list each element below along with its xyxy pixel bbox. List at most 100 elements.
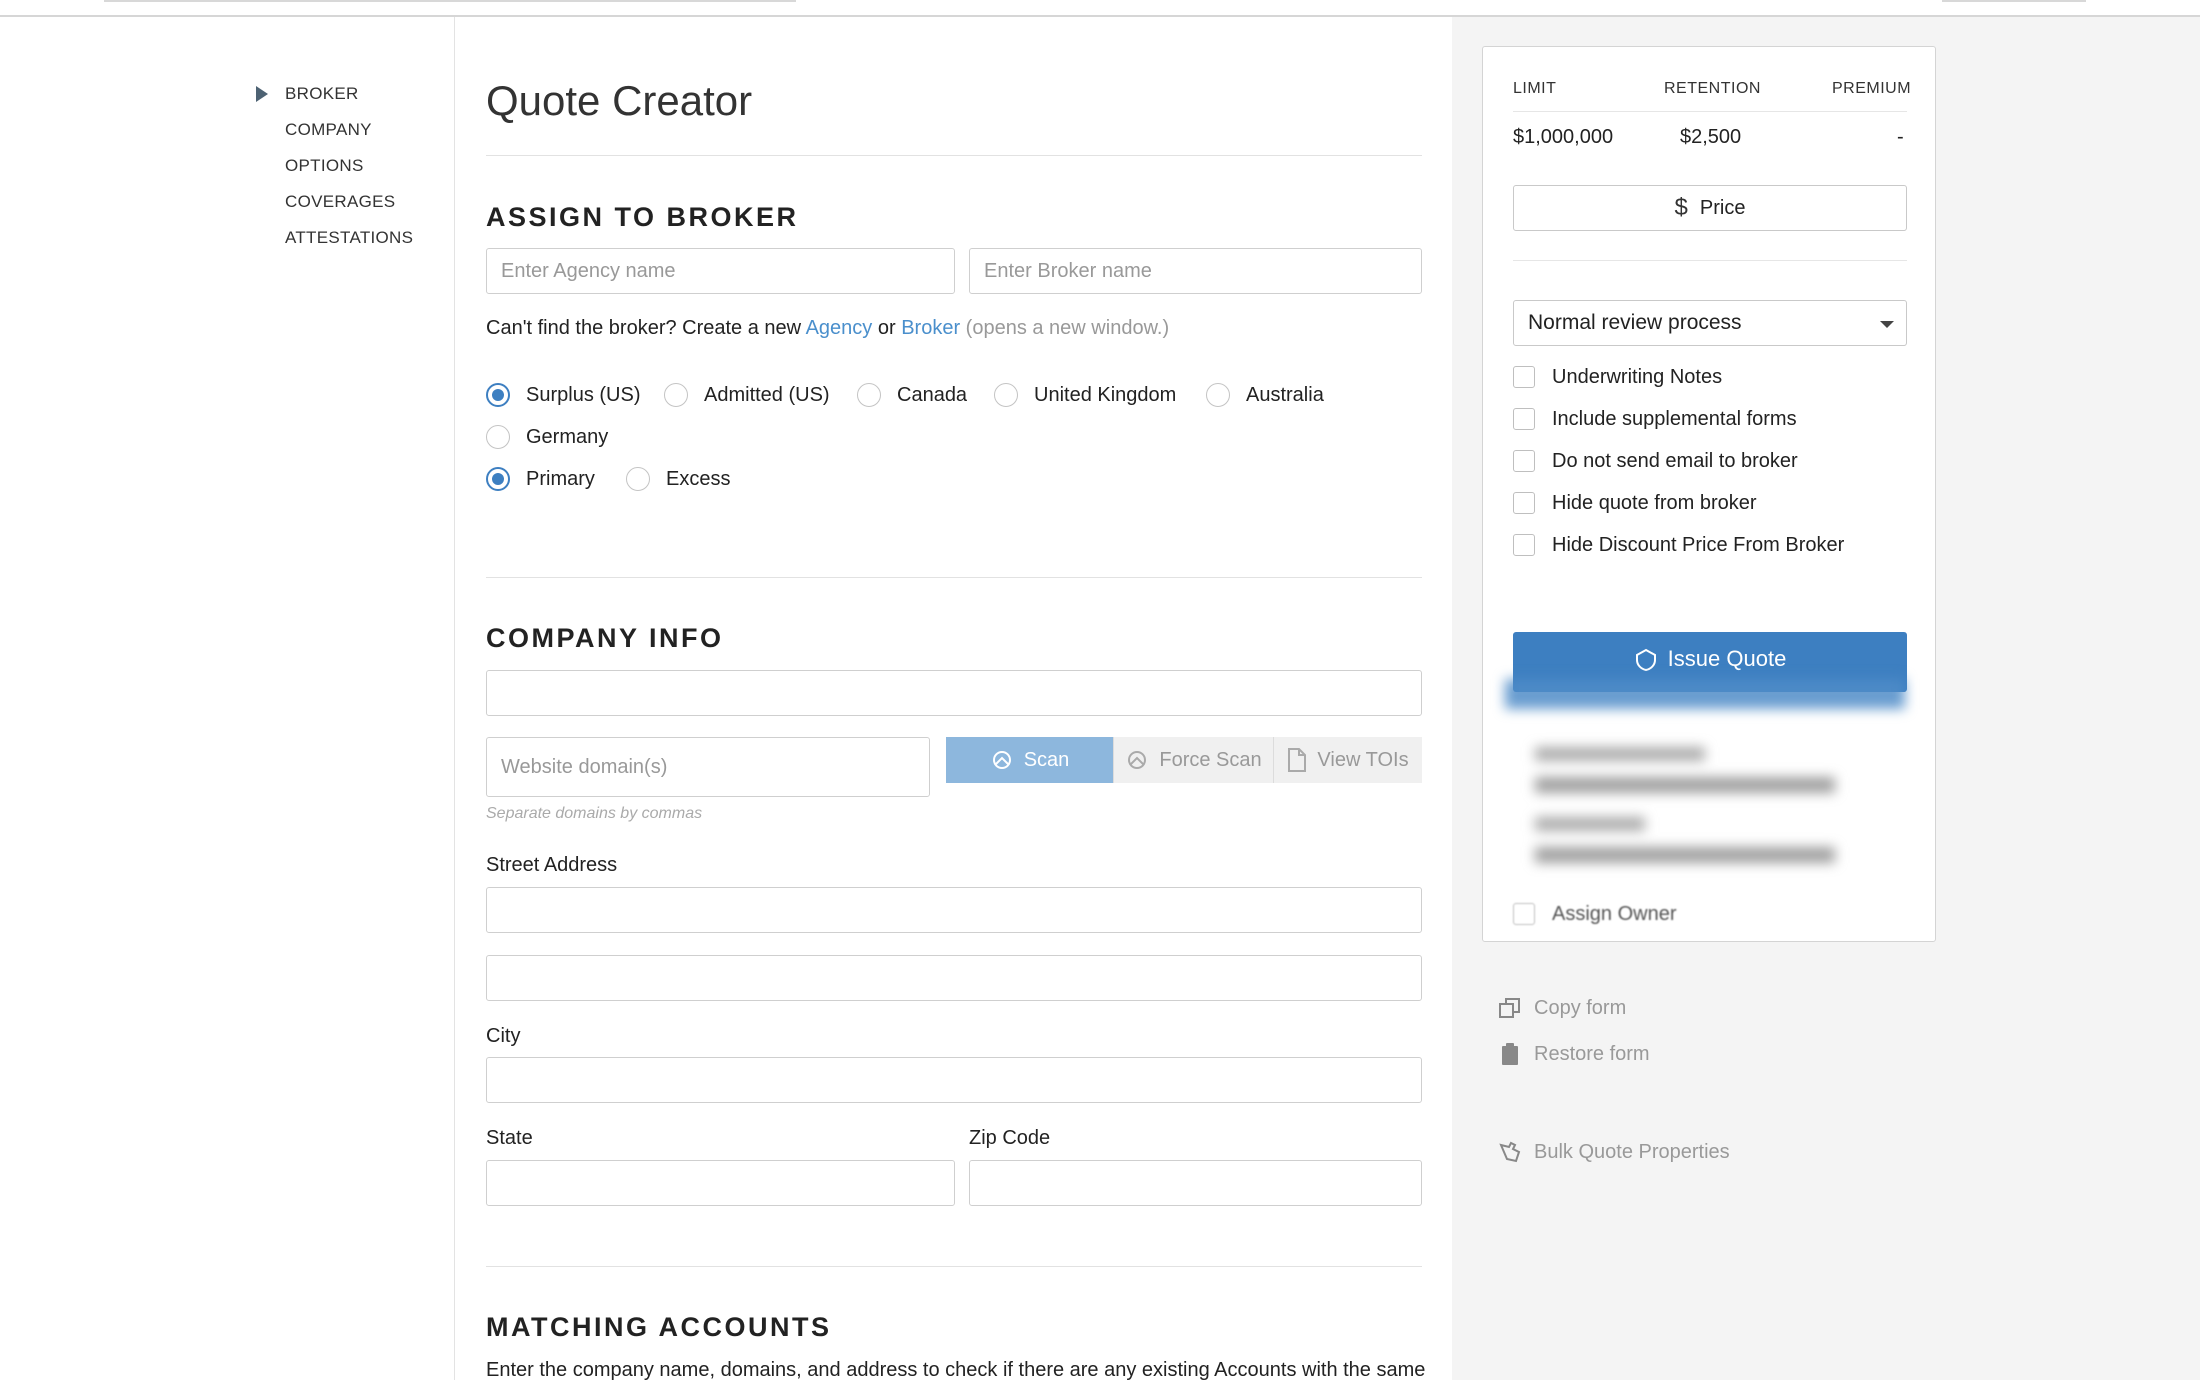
review-process-value: Normal review process xyxy=(1528,311,1742,334)
broker-help-text: Can't find the broker? Create a new Agen… xyxy=(486,317,1169,340)
checkbox-hide-quote[interactable]: Hide quote from broker xyxy=(1513,488,1757,518)
redacted-region xyxy=(1495,667,1925,932)
nav-item-label: COVERAGES xyxy=(285,192,396,211)
divider xyxy=(1513,111,1907,112)
scan-button[interactable]: Scan xyxy=(946,737,1114,783)
nav-item-label: ATTESTATIONS xyxy=(285,228,414,247)
force-scan-button[interactable]: Force Scan xyxy=(1114,737,1274,783)
radio-label: Admitted (US) xyxy=(704,383,830,406)
checkbox-icon xyxy=(1513,408,1535,430)
nav-item-options[interactable]: OPTIONS xyxy=(250,152,450,188)
radio-label: Primary xyxy=(526,467,595,490)
view-tois-button[interactable]: View TOIs xyxy=(1274,737,1422,783)
nav-item-label: OPTIONS xyxy=(285,156,364,175)
radio-unchecked-icon xyxy=(664,383,688,407)
radio-label: United Kingdom xyxy=(1034,383,1177,406)
view-tois-label: View TOIs xyxy=(1317,748,1409,771)
zip-code-input[interactable] xyxy=(969,1160,1422,1206)
radio-admitted-us[interactable]: Admitted (US) xyxy=(664,380,830,410)
nav-item-attestations[interactable]: ATTESTATIONS xyxy=(250,224,450,260)
divider xyxy=(486,577,1422,578)
divider xyxy=(1513,260,1907,261)
redacted-block xyxy=(1535,777,1835,793)
checkbox-include-supplemental-forms[interactable]: Include supplemental forms xyxy=(1513,404,1797,434)
website-domain-input[interactable] xyxy=(486,737,930,797)
premium-value: - xyxy=(1897,126,1904,148)
bulk-quote-properties-link[interactable]: Bulk Quote Properties xyxy=(1498,1137,1730,1167)
divider xyxy=(486,1266,1422,1267)
street-address-input-1[interactable] xyxy=(486,887,1422,933)
price-label: Price xyxy=(1699,196,1746,219)
radio-checked-icon xyxy=(486,467,510,491)
radio-label: Canada xyxy=(897,383,968,406)
radio-unchecked-icon xyxy=(1206,383,1230,407)
radio-surplus-us[interactable]: Surplus (US) xyxy=(486,380,640,410)
help-prefix: Can't find the broker? Create a new xyxy=(486,317,802,339)
help-suffix: (opens a new window.) xyxy=(965,317,1170,339)
copy-icon xyxy=(1499,998,1520,1018)
city-input[interactable] xyxy=(486,1057,1422,1103)
create-broker-link[interactable]: Broker xyxy=(901,317,960,339)
redacted-block xyxy=(1505,679,1905,709)
domains-hint: Separate domains by commas xyxy=(486,805,703,822)
nav-item-label: BROKER xyxy=(285,84,359,103)
retention-header: RETENTION xyxy=(1664,80,1761,97)
radio-label: Excess xyxy=(666,467,731,490)
nav-item-company[interactable]: COMPANY xyxy=(250,116,450,152)
section-title-broker: ASSIGN TO BROKER xyxy=(486,202,799,232)
zip-code-label: Zip Code xyxy=(969,1127,1051,1149)
radio-unchecked-icon xyxy=(857,383,881,407)
review-process-select[interactable]: Normal review process xyxy=(1513,300,1907,346)
copy-form-link[interactable]: Copy form xyxy=(1498,993,1626,1023)
clipboard-icon xyxy=(1502,1043,1518,1065)
force-scan-icon xyxy=(1128,751,1147,769)
broker-name-input[interactable] xyxy=(969,248,1422,294)
company-name-input[interactable] xyxy=(486,670,1422,716)
street-address-input-2[interactable] xyxy=(486,955,1422,1001)
radio-unchecked-icon xyxy=(994,383,1018,407)
state-input[interactable] xyxy=(486,1160,955,1206)
radio-united-kingdom[interactable]: United Kingdom xyxy=(994,380,1176,410)
restore-form-label: Restore form xyxy=(1534,1042,1650,1065)
radio-australia[interactable]: Australia xyxy=(1206,380,1324,410)
chevron-down-icon xyxy=(1880,321,1894,328)
nav-item-coverages[interactable]: COVERAGES xyxy=(250,188,450,224)
checkbox-underwriting-notes[interactable]: Underwriting Notes xyxy=(1513,362,1722,392)
bulk-quote-label: Bulk Quote Properties xyxy=(1534,1140,1730,1163)
premium-header: PREMIUM xyxy=(1832,80,1912,97)
radio-germany[interactable]: Germany xyxy=(486,422,608,452)
section-title-matching: MATCHING ACCOUNTS xyxy=(486,1312,832,1342)
agency-name-input[interactable] xyxy=(486,248,955,294)
section-nav: BROKER COMPANY OPTIONS COVERAGES ATTESTA… xyxy=(250,80,450,260)
checkbox-icon xyxy=(1513,492,1535,514)
scan-label: Scan xyxy=(1023,748,1070,771)
scan-button-group: Scan Force Scan View TOIs xyxy=(946,737,1422,783)
force-scan-label: Force Scan xyxy=(1159,748,1262,771)
radio-primary[interactable]: Primary xyxy=(486,464,595,494)
state-label: State xyxy=(486,1127,533,1149)
checkbox-do-not-send-email[interactable]: Do not send email to broker xyxy=(1513,446,1798,476)
radio-canada[interactable]: Canada xyxy=(857,380,967,410)
checkbox-label: Hide Discount Price From Broker xyxy=(1552,533,1845,556)
hand-pointer-icon xyxy=(1499,1141,1521,1163)
street-address-label: Street Address xyxy=(486,854,618,876)
radio-label: Australia xyxy=(1246,383,1324,406)
copy-form-label: Copy form xyxy=(1534,996,1627,1019)
checkbox-label: Assign Owner xyxy=(1552,902,1677,925)
radio-unchecked-icon xyxy=(626,467,650,491)
create-agency-link[interactable]: Agency xyxy=(806,317,873,339)
city-label: City xyxy=(486,1025,521,1047)
price-button[interactable]: $ Price xyxy=(1513,185,1907,231)
radio-label: Surplus (US) xyxy=(526,383,641,406)
checkbox-assign-owner[interactable]: Assign Owner xyxy=(1513,899,1677,929)
radio-excess[interactable]: Excess xyxy=(626,464,730,494)
document-icon xyxy=(1288,748,1307,772)
restore-form-link[interactable]: Restore form xyxy=(1498,1039,1650,1069)
redacted-block xyxy=(1535,747,1705,761)
limit-value: $1,000,000 xyxy=(1513,126,1614,148)
checkbox-hide-discount-price[interactable]: Hide Discount Price From Broker xyxy=(1513,530,1844,560)
help-or: or xyxy=(877,317,896,339)
retention-value: $2,500 xyxy=(1680,126,1742,148)
checkbox-icon xyxy=(1513,534,1535,556)
nav-item-broker[interactable]: BROKER xyxy=(250,80,450,116)
